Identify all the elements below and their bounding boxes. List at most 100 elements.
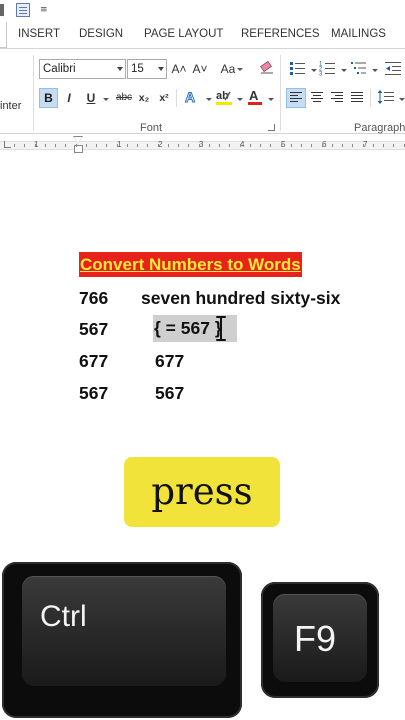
- text-cursor-icon: [216, 316, 226, 341]
- ruler-tick: [209, 144, 210, 147]
- grow-font-button[interactable]: A˄: [171, 60, 187, 78]
- line-spacing-button[interactable]: [376, 89, 396, 107]
- chevron-down-icon: [158, 67, 164, 71]
- paragraph-group-label: Paragraph: [354, 122, 405, 134]
- text-effects-button[interactable]: A: [181, 88, 203, 108]
- ctrl-key-face: Ctrl: [22, 576, 226, 686]
- ruler-tick: [270, 144, 271, 147]
- bullets-button[interactable]: [288, 59, 308, 79]
- font-size-box[interactable]: 15: [127, 59, 167, 79]
- highlighter-icon: ab: [216, 90, 232, 105]
- svg-text:A: A: [185, 89, 195, 105]
- format-painter-button[interactable]: inter: [0, 97, 21, 115]
- first-line-indent: [74, 137, 82, 143]
- ctrl-key-label: Ctrl: [40, 600, 87, 633]
- chevron-down-icon[interactable]: [311, 69, 317, 72]
- ruler-tick: [393, 144, 394, 147]
- ruler-tick: [373, 144, 374, 147]
- align-center-button[interactable]: [308, 89, 326, 107]
- shrink-font-button[interactable]: A˅: [192, 60, 208, 78]
- underline-button[interactable]: U: [84, 89, 98, 107]
- bullets-icon: [290, 62, 305, 75]
- align-left-icon: [290, 92, 302, 102]
- ruler-tick: [96, 144, 97, 147]
- font-name-value: Calibri: [43, 63, 76, 75]
- eraser-icon: [260, 60, 273, 74]
- words-cell: 567: [155, 383, 185, 403]
- tab-references[interactable]: REFERENCES: [241, 28, 320, 40]
- ruler-tick: [322, 144, 323, 147]
- chevron-down-icon[interactable]: [103, 98, 109, 101]
- chevron-down-icon[interactable]: [268, 98, 274, 101]
- tab-selector-icon[interactable]: [4, 141, 11, 148]
- ruler-tick: [76, 144, 77, 147]
- font-group-label: Font: [140, 122, 163, 134]
- ruler-tick: [24, 144, 25, 147]
- ruler-tick: [332, 144, 333, 147]
- ribbon: inter Calibri 15 A˄ A˅ Aa B I U abc x₂ x…: [0, 48, 405, 134]
- ruler-tick: [14, 144, 15, 147]
- change-case-label: Aa: [220, 62, 236, 76]
- ruler-tick: [65, 144, 66, 147]
- ruler-tick: [342, 144, 343, 147]
- chevron-down-icon[interactable]: [372, 69, 378, 72]
- f9-key-label: F9: [294, 618, 337, 659]
- subscript-button[interactable]: x₂: [136, 89, 152, 107]
- tab-design[interactable]: DESIGN: [79, 28, 123, 40]
- chevron-down-icon[interactable]: [399, 98, 405, 101]
- change-case-button[interactable]: Aa: [218, 60, 246, 78]
- ruler-tick: [168, 144, 169, 147]
- highlight-button[interactable]: ab: [214, 88, 234, 108]
- words-cell: 677: [155, 351, 185, 371]
- superscript-button[interactable]: x²: [156, 89, 172, 107]
- font-dialog-launcher-icon[interactable]: [268, 124, 275, 131]
- tab-mailings[interactable]: MAILINGS: [331, 28, 386, 40]
- italic-button[interactable]: I: [62, 89, 76, 107]
- ruler-tick: [291, 144, 292, 147]
- chevron-down-icon[interactable]: [341, 69, 347, 72]
- numbering-button[interactable]: 123: [318, 59, 338, 79]
- ruler-tick: [352, 144, 353, 147]
- ruler-tick: [301, 144, 302, 147]
- group-divider: [33, 55, 34, 131]
- justify-button[interactable]: [348, 89, 366, 107]
- number-cell: 766: [79, 288, 109, 308]
- chevron-down-icon[interactable]: [206, 98, 212, 101]
- decrease-indent-button[interactable]: [383, 59, 403, 79]
- align-right-button[interactable]: [328, 89, 346, 107]
- ruler-tick: [127, 144, 128, 147]
- clear-formatting-button[interactable]: [258, 59, 276, 79]
- ruler-tick: [250, 144, 251, 147]
- f9-key: F9: [261, 582, 379, 698]
- multilevel-list-button[interactable]: [349, 59, 369, 79]
- ruler-tick: [281, 144, 282, 147]
- document-icon[interactable]: [16, 3, 30, 17]
- ruler-tick: [86, 144, 87, 147]
- ibeam-stem: [220, 318, 222, 339]
- ribbon-tabs: INSERT DESIGN PAGE LAYOUT REFERENCES MAI…: [0, 22, 405, 48]
- ruler-tick: [137, 144, 138, 147]
- align-left-button[interactable]: [286, 88, 306, 108]
- customize-toolbar-icon[interactable]: ≡: [40, 5, 54, 19]
- ruler-tick: [117, 144, 118, 147]
- ruler-tick: [383, 144, 384, 147]
- font-color-button[interactable]: A: [246, 88, 264, 108]
- svg-text:3: 3: [319, 72, 323, 78]
- font-name-box[interactable]: Calibri: [39, 59, 126, 79]
- ctrl-key: Ctrl: [2, 562, 242, 718]
- ruler-tick: [260, 144, 261, 147]
- quick-access-toolbar: ≡: [0, 0, 405, 22]
- chevron-down-icon[interactable]: [237, 98, 243, 101]
- strikethrough-button[interactable]: abc: [114, 89, 134, 107]
- ruler-tick: [45, 144, 46, 147]
- group-divider: [280, 55, 281, 131]
- ruler-tick: [178, 144, 179, 147]
- tab-page-layout[interactable]: PAGE LAYOUT: [144, 28, 223, 40]
- active-tab-edge: [0, 22, 7, 48]
- tab-insert[interactable]: INSERT: [18, 28, 60, 40]
- window-edge-icon: [0, 4, 4, 16]
- ruler-tick: [147, 144, 148, 147]
- chevron-down-icon: [237, 68, 244, 72]
- decrease-indent-icon: [385, 62, 401, 75]
- bold-button[interactable]: B: [39, 88, 58, 108]
